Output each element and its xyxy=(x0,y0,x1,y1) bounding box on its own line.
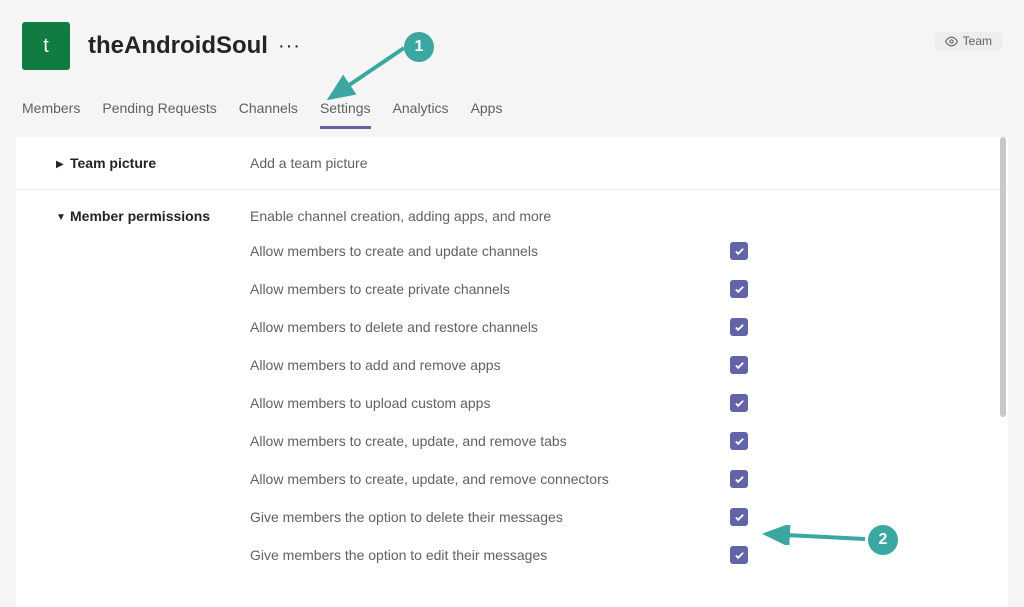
permission-label: Allow members to create, update, and rem… xyxy=(250,471,730,487)
permission-label: Allow members to create, update, and rem… xyxy=(250,433,730,449)
tab-channels[interactable]: Channels xyxy=(239,100,298,129)
team-avatar: t xyxy=(22,22,70,70)
permission-label: Allow members to delete and restore chan… xyxy=(250,319,730,335)
permission-checkbox[interactable] xyxy=(730,432,748,450)
permission-row: Allow members to create, update, and rem… xyxy=(250,460,968,498)
permission-row: Give members the option to edit their me… xyxy=(250,536,968,574)
section-team-picture[interactable]: ▶ Team picture Add a team picture xyxy=(16,137,1008,190)
tabs-bar: Members Pending Requests Channels Settin… xyxy=(0,70,1024,129)
permission-label: Allow members to upload custom apps xyxy=(250,395,730,411)
settings-panel: ▶ Team picture Add a team picture ▼ Memb… xyxy=(16,137,1008,607)
permission-label: Allow members to create private channels xyxy=(250,281,730,297)
permission-label: Allow members to add and remove apps xyxy=(250,357,730,373)
eye-icon xyxy=(945,35,958,48)
scrollbar-thumb[interactable] xyxy=(1000,137,1006,417)
section-title: Member permissions xyxy=(70,208,250,224)
annotation-marker-1: 1 xyxy=(404,32,434,62)
permission-row: Allow members to create, update, and rem… xyxy=(250,422,968,460)
permission-row: Allow members to create and update chann… xyxy=(250,232,968,270)
chevron-down-icon: ▼ xyxy=(56,212,70,224)
permissions-list: Allow members to create and update chann… xyxy=(16,232,1008,594)
section-description: Add a team picture xyxy=(250,155,368,171)
tab-members[interactable]: Members xyxy=(22,100,80,129)
permission-row: Allow members to add and remove apps xyxy=(250,346,968,384)
permission-row: Allow members to upload custom apps xyxy=(250,384,968,422)
badge-label: Team xyxy=(963,34,992,48)
permission-checkbox[interactable] xyxy=(730,280,748,298)
tab-apps[interactable]: Apps xyxy=(471,100,503,129)
permission-checkbox[interactable] xyxy=(730,470,748,488)
tab-analytics[interactable]: Analytics xyxy=(393,100,449,129)
permission-checkbox[interactable] xyxy=(730,356,748,374)
permission-checkbox[interactable] xyxy=(730,318,748,336)
team-header: t theAndroidSoul ··· Team xyxy=(0,0,1024,70)
tab-pending-requests[interactable]: Pending Requests xyxy=(102,100,216,129)
permission-checkbox[interactable] xyxy=(730,242,748,260)
team-visibility-badge[interactable]: Team xyxy=(935,32,1002,50)
permission-label: Give members the option to delete their … xyxy=(250,509,730,525)
chevron-right-icon: ▶ xyxy=(56,159,70,171)
section-member-permissions[interactable]: ▼ Member permissions Enable channel crea… xyxy=(16,190,1008,232)
section-title: Team picture xyxy=(70,155,250,171)
tab-settings[interactable]: Settings xyxy=(320,100,371,129)
permission-label: Allow members to create and update chann… xyxy=(250,243,730,259)
team-title: theAndroidSoul xyxy=(88,32,268,60)
permission-row: Give members the option to delete their … xyxy=(250,498,968,536)
permission-label: Give members the option to edit their me… xyxy=(250,547,730,563)
permission-row: Allow members to delete and restore chan… xyxy=(250,308,968,346)
scrollbar[interactable] xyxy=(1000,137,1006,607)
more-options-button[interactable]: ··· xyxy=(278,35,301,58)
section-description: Enable channel creation, adding apps, an… xyxy=(250,208,551,224)
permission-checkbox[interactable] xyxy=(730,394,748,412)
annotation-marker-2: 2 xyxy=(868,525,898,555)
permission-checkbox[interactable] xyxy=(730,546,748,564)
permission-row: Allow members to create private channels xyxy=(250,270,968,308)
permission-checkbox[interactable] xyxy=(730,508,748,526)
